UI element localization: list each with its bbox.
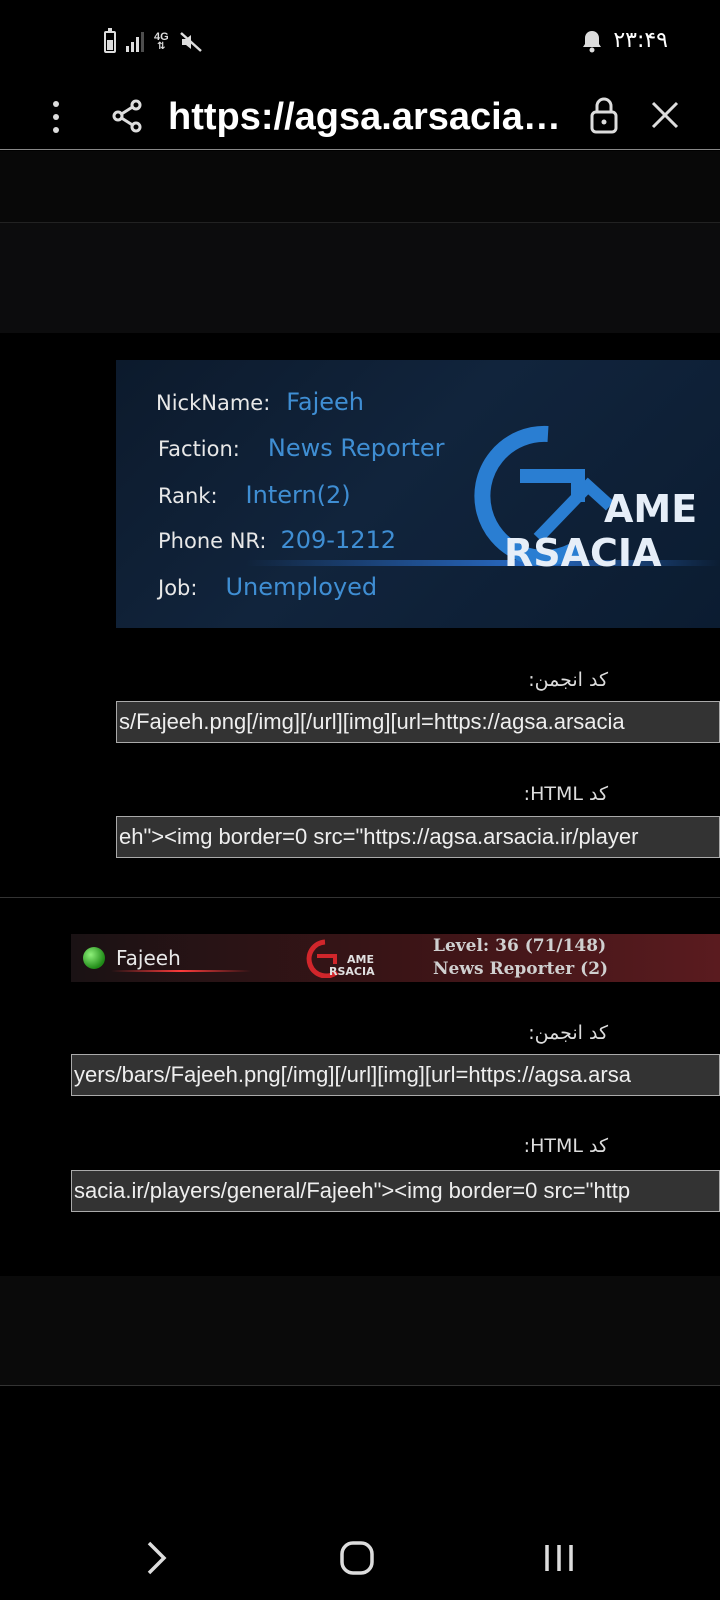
nickname-label: NickName: <box>156 391 271 415</box>
signature-row-faction: Faction: News Reporter <box>158 434 445 462</box>
menu-dots-icon[interactable] <box>44 94 68 140</box>
rank-label: Rank: <box>158 484 218 508</box>
svg-text:RSACIA: RSACIA <box>504 531 662 575</box>
svg-text:RSACIA: RSACIA <box>329 965 375 978</box>
signature-row-nickname: NickName: Fajeeh <box>156 388 364 416</box>
phone-value: 209-1212 <box>280 526 397 554</box>
share-icon[interactable] <box>108 96 148 136</box>
faction-label: Faction: <box>158 437 240 461</box>
page-footer-area <box>0 1276 720 1386</box>
signature-forum-code-field[interactable]: s/Fajeeh.png[/img][/url][img][url=https:… <box>116 701 720 743</box>
bar-html-code-label: کد HTML: <box>523 1135 608 1157</box>
nickname-value: Fajeeh <box>286 388 364 416</box>
bar-html-code-field[interactable]: sacia.ir/players/general/Fajeeh"><img bo… <box>71 1170 720 1212</box>
status-bar: 4G ⇅ ۲۳:۴۹ <box>0 0 720 86</box>
page-header-strip <box>0 151 720 223</box>
signal-icon <box>126 32 144 52</box>
svg-text:AME: AME <box>604 487 697 531</box>
mute-icon <box>179 32 202 52</box>
signature-forum-code-label: کد انجمن: <box>528 669 608 691</box>
faction-value: News Reporter <box>267 434 445 462</box>
signature-html-code-label: کد HTML: <box>523 783 608 805</box>
section-divider <box>0 897 720 898</box>
job-label: Job: <box>158 576 198 600</box>
player-bar-image: Fajeeh AME RSACIA Level: 36 (71/148) New… <box>71 934 720 982</box>
network-4g-icon: 4G ⇅ <box>154 31 169 52</box>
game-arsacia-logo: AME RSACIA <box>306 939 375 978</box>
lock-icon[interactable] <box>588 94 620 138</box>
signature-row-phone: Phone NR: 209-1212 <box>158 526 396 554</box>
status-icons-right: ۲۳:۴۹ <box>581 28 668 53</box>
signature-row-rank: Rank: Intern(2) <box>158 481 351 509</box>
phone-label: Phone NR: <box>158 529 267 553</box>
bar-level: Level: 36 (71/148) <box>433 936 607 956</box>
url-bar[interactable]: https://agsa.arsacia.i... <box>168 88 568 146</box>
status-icons-left: 4G ⇅ <box>104 28 203 54</box>
bell-icon <box>583 30 602 52</box>
signature-row-job: Job: Unemployed <box>158 573 377 601</box>
signature-html-code-field[interactable]: eh"><img border=0 src="https://agsa.arsa… <box>116 816 720 858</box>
game-arsacia-logo: AME RSACIA <box>474 425 697 575</box>
home-icon[interactable] <box>339 1539 375 1577</box>
clock: ۲۳:۴۹ <box>613 28 668 53</box>
signature-card-image: AME RSACIA NickName: Fajeeh Faction: New… <box>116 360 720 628</box>
page-header-area <box>0 223 720 333</box>
bar-player-name: Fajeeh <box>116 946 181 970</box>
bar-forum-code-label: کد انجمن: <box>528 1022 608 1044</box>
back-icon[interactable] <box>140 1539 172 1577</box>
web-page: AME RSACIA NickName: Fajeeh Faction: New… <box>0 151 720 1515</box>
bar-faction: News Reporter (2) <box>433 959 609 979</box>
recents-icon[interactable] <box>542 1539 576 1577</box>
job-value: Unemployed <box>225 573 378 601</box>
bar-forum-code-field[interactable]: yers/bars/Fajeeh.png[/img][/url][img][ur… <box>71 1054 720 1096</box>
rank-value: Intern(2) <box>245 481 351 509</box>
online-status-icon <box>83 947 105 969</box>
close-icon[interactable] <box>646 94 684 138</box>
browser-toolbar: https://agsa.arsacia.i... <box>0 86 720 150</box>
battery-icon <box>104 28 116 53</box>
android-nav-bar <box>0 1515 720 1600</box>
bar-underline <box>111 970 251 972</box>
